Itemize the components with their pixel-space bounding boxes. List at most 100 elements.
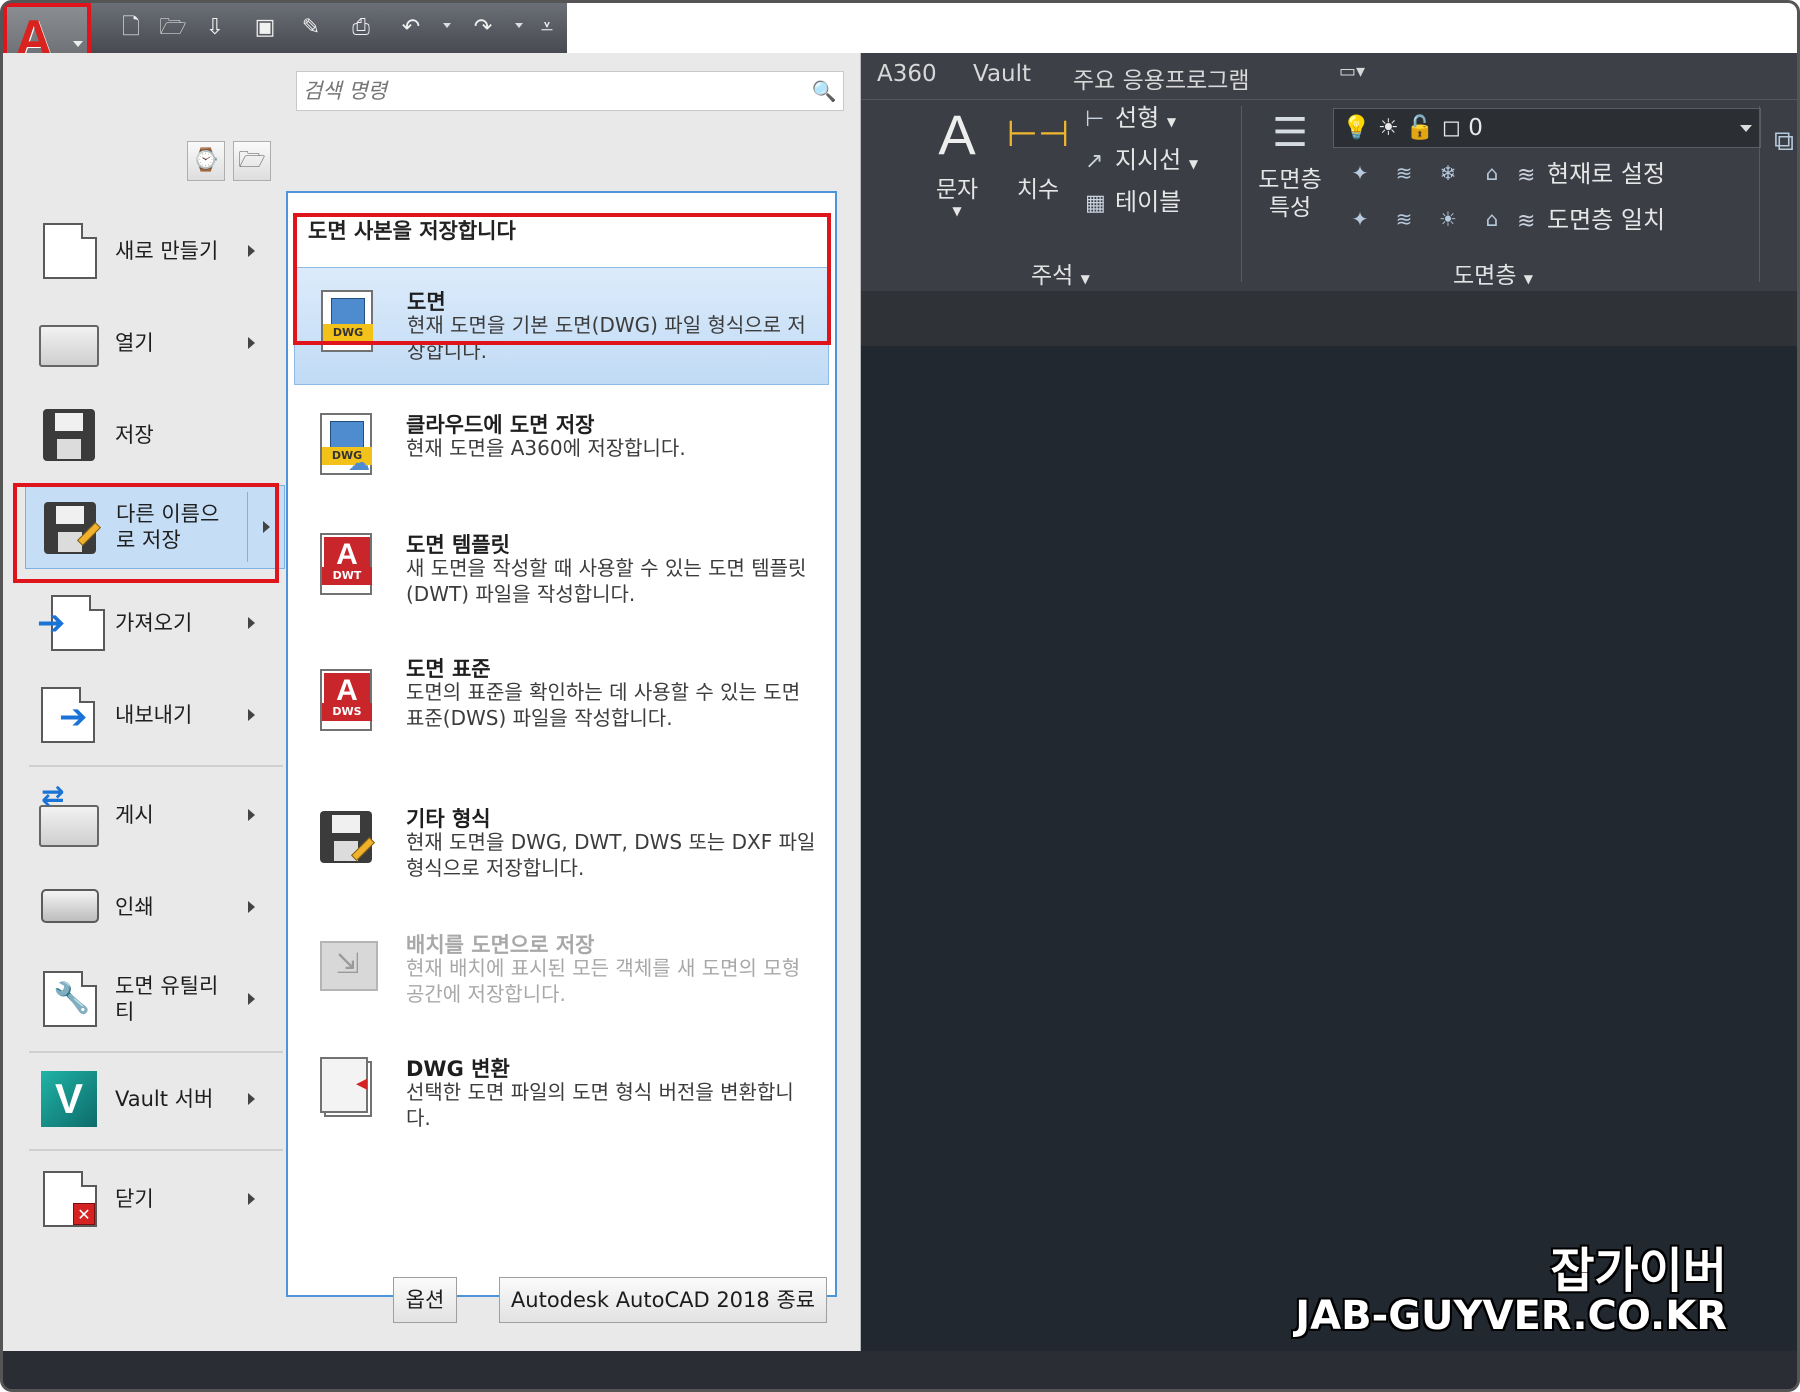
chevron-down-icon: ▼ xyxy=(952,204,962,218)
tab-featured-apps[interactable]: 주요 응용프로그램 xyxy=(1073,61,1250,95)
menu-item-new[interactable]: 새로 만들기 xyxy=(25,209,285,293)
dimension-tool-button[interactable]: ⊢⊣ 치수 xyxy=(1003,100,1073,204)
layout-to-drawing-icon: ⇲ xyxy=(320,933,380,1001)
layer-lock-icon[interactable]: ⌂ xyxy=(1477,158,1507,188)
open-icon[interactable]: 🗁 xyxy=(159,15,187,41)
menu-item-publish[interactable]: ⇄ 게시 xyxy=(25,773,285,857)
layer-unisolate-icon[interactable]: ≋ xyxy=(1389,204,1419,234)
panel-divider xyxy=(1241,106,1242,282)
linear-label: 선형 xyxy=(1115,104,1160,132)
submenu-item-save-to-cloud[interactable]: DWG ☁ 클라우드에 도면 저장 현재 도면을 A360에 저장합니다. xyxy=(294,391,829,509)
chevron-right-icon xyxy=(248,1093,255,1105)
cloud-dwg-icon: DWG ☁ xyxy=(320,413,380,481)
menu-item-drawing-utilities-label: 도면 유틸리티 xyxy=(115,974,219,1024)
new-document-icon xyxy=(37,219,101,283)
search-input[interactable] xyxy=(303,77,803,105)
submenu-item-other-formats[interactable]: 기타 형식 현재 도면을 DWG, DWT, DWS 또는 DXF 파일 형식으… xyxy=(294,785,829,903)
customize-icon[interactable]: ⩡ xyxy=(535,15,559,41)
layer-off-icon[interactable]: ✦ xyxy=(1345,158,1375,188)
tab-vault[interactable]: Vault xyxy=(973,61,1031,87)
undo-dropdown-icon[interactable] xyxy=(443,23,451,28)
layer-unlock-icon[interactable]: ⌂ xyxy=(1477,204,1507,234)
linear-dimension-button[interactable]: ⊢ 선형 ▼ xyxy=(1085,98,1176,133)
menu-item-publish-label: 게시 xyxy=(115,803,154,827)
submenu-item-desc: 선택한 도면 파일의 도면 형식 버전을 변환합니다. xyxy=(406,1080,794,1130)
recent-documents-icon[interactable]: ⌚ xyxy=(187,141,225,181)
plot-icon[interactable]: ⎙ xyxy=(347,15,375,41)
menu-item-export[interactable]: ➔ 내보내기 xyxy=(25,673,285,757)
match-layer-button[interactable]: ≋ 도면층 일치 xyxy=(1517,200,1665,235)
menu-item-print[interactable]: 인쇄 xyxy=(25,865,285,949)
menu-item-open[interactable]: 열기 xyxy=(25,301,285,385)
menu-item-close-label: 닫기 xyxy=(115,1187,154,1211)
save-to-cloud-icon[interactable]: ⇩ xyxy=(201,15,229,41)
menu-item-vault-server[interactable]: V Vault 서버 xyxy=(25,1057,285,1141)
menu-item-save-as[interactable]: 다른 이름으로 저장 xyxy=(25,485,285,569)
cloud-icon: ☁ xyxy=(348,451,370,476)
options-button[interactable]: 옵션 xyxy=(393,1277,457,1323)
menu-item-drawing-utilities[interactable]: 🔧 도면 유틸리티 xyxy=(25,957,285,1041)
floppy-icon xyxy=(37,403,101,467)
watermark-url: JAB-GUYVER.CO.KR xyxy=(1295,1293,1727,1339)
chevron-right-icon xyxy=(248,993,255,1005)
submenu-item-drawing-standards[interactable]: A DWS 도면 표준 도면의 표준을 확인하는 데 사용할 수 있는 도면 표준… xyxy=(294,635,829,775)
dwt-file-icon: A DWT xyxy=(320,533,380,601)
search-field[interactable]: 🔍 xyxy=(296,71,844,111)
match-layer-icon: ≋ xyxy=(1517,209,1536,234)
layer-properties-button[interactable]: ☰ 도면층 특성 xyxy=(1247,100,1333,222)
autocad-window: 🗋 🗁 ⇩ ▣ ✎ ⎙ ↶ ↷ ⩡ A A360 Vault 주요 응용프로그램… xyxy=(0,0,1800,1392)
redo-dropdown-icon[interactable] xyxy=(515,23,523,28)
text-a-icon: A xyxy=(938,103,976,166)
submenu-item-desc: 도면의 표준을 확인하는 데 사용할 수 있는 도면 표준(DWS) 파일을 작… xyxy=(406,680,801,730)
submenu-item-dwg-convert[interactable]: ◂ DWG 변환 선택한 도면 파일의 도면 형식 버전을 변환합니다. xyxy=(294,1035,829,1153)
dwt-badge: DWT xyxy=(322,567,372,585)
menu-item-close[interactable]: ✕ 닫기 xyxy=(25,1157,285,1241)
submenu-item-desc: 새 도면을 작성할 때 사용할 수 있는 도면 템플릿(DWT) 파일을 작성합… xyxy=(406,556,807,606)
wrench-document-icon: 🔧 xyxy=(37,967,101,1031)
annotation-panel-title[interactable]: 주석 ▼ xyxy=(1031,256,1090,290)
leader-icon: ↗ xyxy=(1085,149,1104,174)
leader-button[interactable]: ↗ 지시선 ▼ xyxy=(1085,140,1198,175)
printer-icon xyxy=(37,875,101,939)
submenu-item-desc: 현재 도면을 A360에 저장합니다. xyxy=(406,436,686,460)
table-icon: ▦ xyxy=(1085,191,1106,216)
layer-isolate-icon[interactable]: ≋ xyxy=(1389,158,1419,188)
layer-properties-label: 도면층 특성 xyxy=(1258,167,1322,221)
new-icon[interactable]: 🗋 xyxy=(117,15,145,41)
open-documents-icon[interactable]: 🗁 xyxy=(233,141,271,181)
search-icon[interactable]: 🔍 xyxy=(811,78,837,104)
layer-thaw-icon[interactable]: ☀ xyxy=(1433,204,1463,234)
text-tool-button[interactable]: A 문자 ▼ xyxy=(921,100,993,218)
make-current-label: 현재로 설정 xyxy=(1547,160,1666,188)
drawing-canvas[interactable] xyxy=(861,346,1797,1351)
split-divider xyxy=(247,492,248,562)
tab-overflow-icon[interactable]: ▭▾ xyxy=(1339,61,1365,82)
table-button[interactable]: ▦ 테이블 xyxy=(1085,182,1181,217)
submenu-item-drawing-template[interactable]: A DWT 도면 템플릿 새 도면을 작성할 때 사용할 수 있는 도면 템플릿(… xyxy=(294,511,829,629)
save-icon[interactable]: ▣ xyxy=(251,15,279,41)
title-bar-area xyxy=(567,3,1797,53)
undo-icon[interactable]: ↶ xyxy=(397,15,425,41)
chevron-right-icon[interactable] xyxy=(263,521,270,533)
tab-a360[interactable]: A360 xyxy=(877,61,937,87)
make-current-button[interactable]: ≋ 현재로 설정 xyxy=(1517,154,1665,189)
menu-item-import[interactable]: ➔ 가져오기 xyxy=(25,581,285,665)
make-current-icon: ≋ xyxy=(1517,163,1536,188)
redo-icon[interactable]: ↷ xyxy=(469,15,497,41)
block-icon[interactable]: ⧉ xyxy=(1769,126,1797,156)
menu-item-save[interactable]: 저장 xyxy=(25,393,285,477)
layer-on-icon[interactable]: ✦ xyxy=(1345,204,1375,234)
layers-panel-title[interactable]: 도면층 ▼ xyxy=(1453,256,1533,290)
layer-stack-icon: ☰ xyxy=(1272,110,1308,156)
match-layer-label: 도면층 일치 xyxy=(1547,206,1666,234)
menu-item-save-label: 저장 xyxy=(115,423,154,447)
submenu-item-drawing[interactable]: DWG 도면 현재 도면을 기본 도면(DWG) 파일 형식으로 저장합니다. xyxy=(294,267,829,385)
layer-freeze-icon[interactable]: ❄ xyxy=(1433,158,1463,188)
layer-dropdown[interactable]: 💡 ☀ 🔓 ◻ 0 xyxy=(1333,108,1761,148)
chevron-right-icon xyxy=(248,709,255,721)
chevron-right-icon xyxy=(248,617,255,629)
chevron-down-icon xyxy=(1740,125,1752,132)
panel-divider xyxy=(1759,106,1760,282)
exit-autocad-button[interactable]: Autodesk AutoCAD 2018 종료 xyxy=(499,1277,827,1323)
save-as-icon[interactable]: ✎ xyxy=(297,15,325,41)
